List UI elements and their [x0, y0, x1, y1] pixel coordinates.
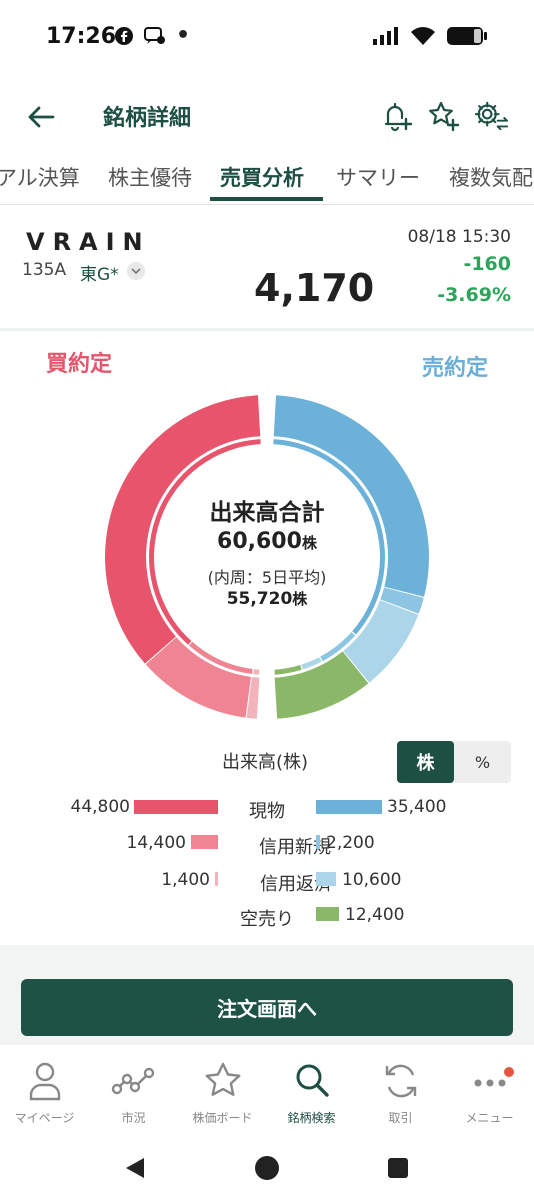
nav-menu[interactable]: メニュー — [445, 1045, 534, 1135]
stock-code: 135A — [22, 260, 67, 280]
system-back-icon[interactable] — [122, 1155, 148, 1181]
toggle-shares-button[interactable]: 株 — [397, 741, 454, 783]
more-icon — [474, 1067, 514, 1087]
back-button[interactable] — [24, 100, 58, 134]
dot-icon: • — [176, 23, 191, 48]
wifi-icon — [411, 27, 435, 45]
nav-label-stock-search: 銘柄検索 — [287, 1111, 336, 1125]
legend-title: 出来高(株) — [222, 752, 309, 773]
legend-label-cash: 現物 — [249, 801, 285, 822]
chart-average-value: 55,720 — [226, 589, 293, 609]
status-time: 17:26 — [46, 24, 117, 49]
chart-total: 60,600株 — [0, 529, 534, 554]
legend-sell-cash-value: 35,400 — [387, 797, 447, 817]
stock-market[interactable]: 東G* — [80, 260, 119, 285]
facebook-icon — [115, 27, 133, 45]
chart-average: 55,720株 — [0, 588, 534, 609]
unit-toggle: 株 % — [397, 741, 511, 783]
status-bar: 17:26 • — [0, 0, 534, 78]
tab-trade-analysis[interactable]: 売買分析 — [220, 162, 304, 192]
system-nav-bar — [0, 1135, 534, 1200]
market-dropdown[interactable] — [127, 262, 145, 280]
order-screen-button[interactable]: 注文画面へ — [21, 979, 513, 1036]
star-icon — [205, 1062, 240, 1096]
legend-sell-margin-repay-value: 10,600 — [342, 870, 402, 890]
settings-button[interactable] — [473, 98, 509, 134]
nav-label-trade: 取引 — [388, 1111, 413, 1125]
nav-label-mypage: マイページ — [14, 1111, 75, 1125]
legend-label-margin-new: 信用新規 — [259, 837, 331, 858]
chart-total-unit: 株 — [301, 534, 317, 552]
system-home-icon[interactable] — [254, 1155, 280, 1181]
legend-sell-margin-new-bar — [316, 835, 320, 849]
add-alert-button[interactable] — [378, 98, 414, 134]
legend-short-sell-value: 12,400 — [345, 905, 405, 925]
page-title: 銘柄詳細 — [103, 106, 192, 131]
inner-buy-slice-2 — [253, 669, 260, 675]
legend-short-sell-bar — [316, 907, 339, 921]
legend-label-margin-repay: 信用返済 — [260, 874, 332, 895]
tab-summary[interactable]: サマリー — [336, 162, 420, 192]
chart-average-unit: 株 — [292, 590, 308, 608]
chart-total-value: 60,600 — [217, 529, 302, 554]
chevron-down-icon — [131, 268, 141, 275]
tabs-divider — [0, 204, 534, 205]
tab-bar: アル決算 株主優待 売買分析 サマリー 複数気配 — [0, 150, 534, 204]
inner-sell-slice-3 — [274, 665, 302, 675]
refresh-icon — [385, 1064, 416, 1098]
nav-trade[interactable]: 取引 — [356, 1045, 445, 1135]
nav-label-stock-board: 株価ボード — [192, 1111, 253, 1125]
legend-sell-cash-bar — [316, 800, 382, 814]
arrow-left-icon — [28, 106, 55, 128]
tab-shareholder-benefits[interactable]: 株主優待 — [108, 162, 192, 192]
stock-datetime: 08/18 15:30 — [407, 227, 511, 247]
nav-stock-search[interactable]: 銘柄検索 — [267, 1045, 356, 1135]
add-favorite-button[interactable] — [425, 98, 461, 134]
market-graph-icon — [111, 1067, 154, 1095]
nav-stock-board[interactable]: 株価ボード — [178, 1045, 267, 1135]
signal-icon — [373, 27, 398, 45]
tab-earnings[interactable]: アル決算 — [0, 162, 80, 192]
tab-multi-quote[interactable]: 複数気配 — [449, 162, 533, 192]
person-icon — [29, 1062, 60, 1101]
chat-notification-icon — [144, 27, 165, 44]
legend-sell-margin-new-value: 2,200 — [326, 833, 375, 853]
nav-label-market: 市況 — [121, 1111, 146, 1125]
nav-label-menu: メニュー — [465, 1111, 514, 1125]
app-header: 銘柄詳細 — [0, 84, 534, 148]
stock-change: -160 — [463, 253, 511, 275]
stock-price: 4,170 — [254, 266, 375, 310]
system-recents-icon[interactable] — [386, 1156, 410, 1180]
battery-icon — [447, 27, 487, 45]
nav-mypage[interactable]: マイページ — [0, 1045, 89, 1135]
nav-market[interactable]: 市況 — [89, 1045, 178, 1135]
search-icon — [296, 1064, 329, 1097]
gear-swap-icon — [474, 101, 509, 131]
legend-label-short-sell: 空売り — [240, 909, 294, 930]
chart-center-title: 出来高合計 — [209, 500, 325, 526]
stock-change-pct: -3.69% — [437, 284, 511, 306]
active-tab-indicator — [210, 197, 323, 201]
star-plus-icon — [429, 101, 460, 132]
bottom-nav: マイページ 市況 株価ボード 銘柄検索 取引 メニュー — [0, 1045, 534, 1135]
stock-name: VRAIN — [26, 228, 151, 256]
legend-sell-margin-repay-bar — [316, 872, 336, 886]
toggle-percent-button[interactable]: % — [454, 741, 511, 783]
bell-plus-icon — [384, 102, 413, 132]
chart-inner-note: (内周：5日平均) — [207, 568, 327, 587]
